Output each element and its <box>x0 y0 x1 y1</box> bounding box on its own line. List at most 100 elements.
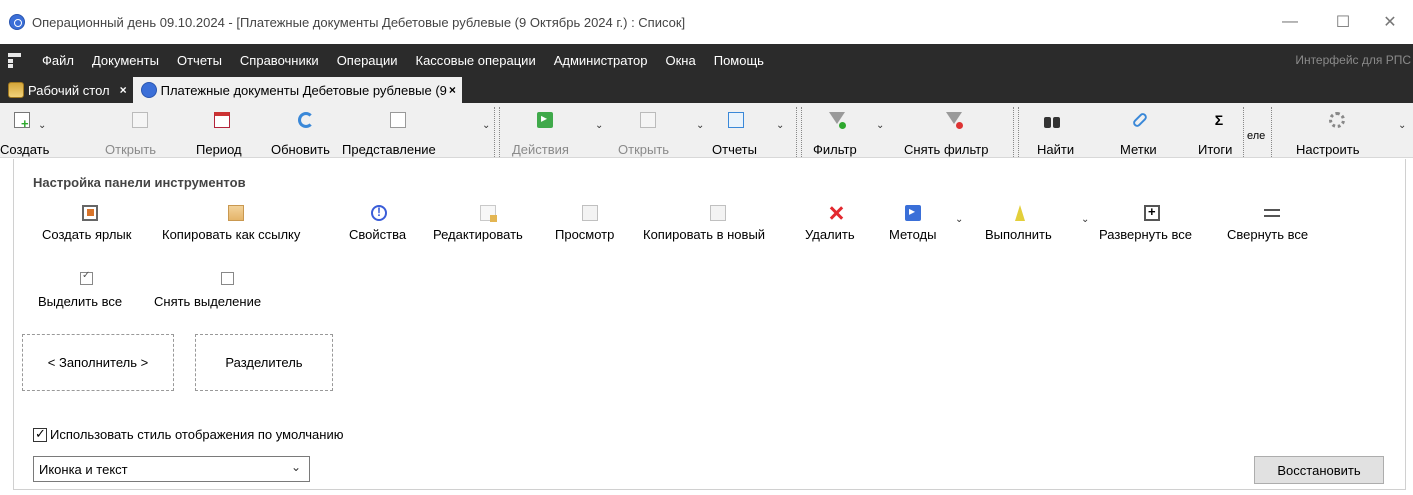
close-tab-icon[interactable]: × <box>449 83 456 97</box>
minimize-button[interactable]: — <box>1261 0 1319 44</box>
link-icon <box>228 205 244 221</box>
chevron-down-icon[interactable]: ⌄ <box>1398 120 1406 131</box>
create-shortcut-command[interactable]: Создать ярлык <box>42 205 147 245</box>
period-button[interactable]: Период <box>196 107 256 157</box>
find-label: Найти <box>1037 142 1075 157</box>
chevron-down-icon[interactable]: ⌄ <box>482 120 490 131</box>
close-window-button[interactable]: ✕ <box>1367 0 1413 44</box>
copy-to-new-command[interactable]: Копировать в новый <box>643 205 793 245</box>
filter-icon <box>829 112 846 129</box>
copy-new-icon <box>710 205 726 221</box>
totals-button[interactable]: Σ Итоги <box>1198 107 1238 157</box>
tab-label: Платежные документы Дебетовые рублевые (… <box>160 82 447 98</box>
reports-label: Отчеты <box>712 142 757 157</box>
refresh-icon <box>298 112 314 128</box>
properties-command[interactable]: Свойства <box>349 205 419 245</box>
actions-button[interactable]: ⌄ Действия <box>505 107 605 157</box>
truncated-label: еле <box>1247 130 1266 142</box>
clear-filter-button[interactable]: Снять фильтр <box>900 107 1010 157</box>
toolbar-separator <box>1243 107 1244 157</box>
select-all-command[interactable]: Выделить все <box>38 270 138 312</box>
expand-all-command[interactable]: Развернуть все <box>1099 204 1219 245</box>
command-label: Удалить <box>805 227 855 242</box>
customize-button[interactable]: ⌄ Настроить <box>1280 107 1410 157</box>
execute-command[interactable]: ⌄ Выполнить <box>983 205 1093 245</box>
actions-icon <box>537 111 553 128</box>
display-style-value: Иконка и текст <box>39 461 128 477</box>
refresh-button[interactable]: Обновить <box>271 107 341 157</box>
filter-button[interactable]: ⌄ Фильтр <box>808 107 898 157</box>
menu-references[interactable]: Справочники <box>231 53 328 68</box>
open-button[interactable]: Открыть <box>105 107 175 157</box>
edit-command[interactable]: Редактировать <box>433 205 548 245</box>
reports-icon <box>728 112 744 128</box>
command-label: Редактировать <box>433 227 523 242</box>
desktop-icon <box>8 82 24 98</box>
menu-administrator[interactable]: Администратор <box>545 53 657 68</box>
paperclip-icon <box>1131 111 1149 129</box>
view-button[interactable]: ⌄ Представление <box>342 107 492 157</box>
separator-label: Разделитель <box>225 355 303 370</box>
menu-help[interactable]: Помощь <box>705 53 773 68</box>
open-menu-button[interactable]: ⌄ Открыть <box>618 107 718 157</box>
lightning-icon <box>1015 205 1025 221</box>
filler-item[interactable]: < Заполнитель > <box>22 334 174 391</box>
collapse-all-command[interactable]: Свернуть все <box>1227 205 1327 245</box>
app-menu-icon[interactable] <box>8 52 21 68</box>
methods-icon <box>905 204 921 221</box>
marks-label: Метки <box>1120 142 1157 157</box>
command-label: Создать ярлык <box>42 227 132 242</box>
menu-reports[interactable]: Отчеты <box>168 53 231 68</box>
delete-command[interactable]: Удалить <box>805 205 865 245</box>
preview-icon <box>582 205 598 221</box>
maximize-button[interactable]: ☐ <box>1319 0 1367 44</box>
tab-payment-documents[interactable]: Платежные документы Дебетовые рублевые (… <box>132 77 462 103</box>
chevron-down-icon[interactable]: ⌄ <box>291 460 301 474</box>
restore-button[interactable]: Восстановить <box>1254 456 1384 484</box>
chevron-down-icon[interactable]: ⌄ <box>776 120 784 131</box>
deselect-command[interactable]: Снять выделение <box>154 272 284 312</box>
use-default-style-checkbox[interactable]: Использовать стиль отображения по умолча… <box>33 426 343 442</box>
actions-label: Действия <box>512 142 569 157</box>
filter-label: Фильтр <box>813 142 857 157</box>
edit-icon <box>480 205 497 222</box>
chevron-down-icon[interactable]: ⌄ <box>1081 214 1089 225</box>
preview-command[interactable]: Просмотр <box>555 205 635 245</box>
open-document-icon <box>640 112 656 128</box>
panel-title: Настройка панели инструментов <box>33 175 246 190</box>
toolbar-separator <box>801 107 802 157</box>
menu-file[interactable]: Файл <box>33 53 83 68</box>
document-app-icon <box>140 82 157 98</box>
toolbar-separator <box>796 107 797 157</box>
close-tab-icon[interactable]: × <box>120 83 127 97</box>
checkbox-checked-icon[interactable] <box>33 426 47 442</box>
gear-icon <box>1329 112 1345 128</box>
command-label: Выделить все <box>38 294 123 309</box>
menu-cash-operations[interactable]: Кассовые операции <box>407 53 545 68</box>
display-style-select[interactable]: Иконка и текст ⌄ <box>33 456 310 482</box>
menu-windows[interactable]: Окна <box>657 53 705 68</box>
menu-operations[interactable]: Операции <box>328 53 407 68</box>
chevron-down-icon[interactable]: ⌄ <box>595 120 603 131</box>
open-document-icon <box>132 112 148 128</box>
interface-label: Интерфейс для РПС <box>1295 53 1411 67</box>
separator-item[interactable]: Разделитель <box>195 334 333 391</box>
chevron-down-icon[interactable]: ⌄ <box>38 120 46 131</box>
chevron-down-icon[interactable]: ⌄ <box>955 214 963 225</box>
methods-command[interactable]: ⌄ Методы <box>889 204 969 245</box>
totals-label: Итоги <box>1198 142 1233 157</box>
calendar-icon <box>214 112 230 128</box>
marks-button[interactable]: Метки <box>1118 107 1168 157</box>
window-controls: — ☐ ✕ <box>1261 0 1413 44</box>
tab-desktop[interactable]: Рабочий стол × <box>0 77 133 103</box>
chevron-down-icon[interactable]: ⌄ <box>876 120 884 131</box>
create-button[interactable]: ⌄ Создать <box>0 107 60 157</box>
toolbar-separator <box>1013 107 1014 157</box>
chevron-down-icon[interactable]: ⌄ <box>696 120 704 131</box>
command-label: Просмотр <box>555 227 615 242</box>
menu-documents[interactable]: Документы <box>83 53 168 68</box>
copy-as-link-command[interactable]: Копировать как ссылку <box>162 205 342 245</box>
reports-button[interactable]: ⌄ Отчеты <box>712 107 792 157</box>
select-all-icon <box>80 270 93 285</box>
find-button[interactable]: Найти <box>1030 107 1080 157</box>
